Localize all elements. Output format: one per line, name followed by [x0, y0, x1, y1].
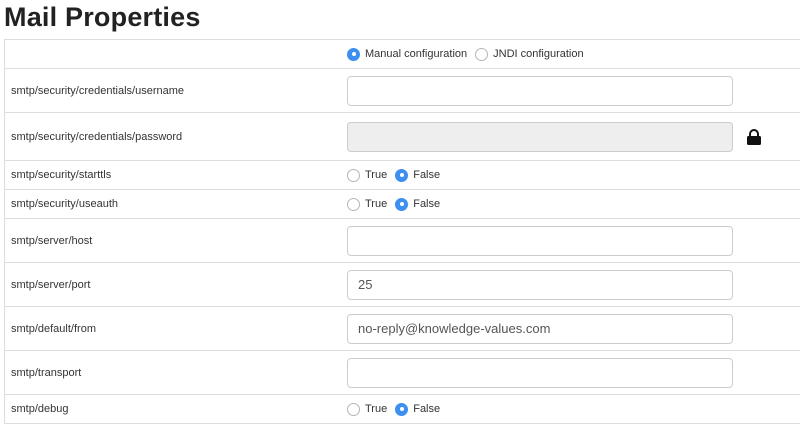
useauth-radio-group: True False — [347, 197, 448, 211]
useauth-false-radio[interactable] — [395, 197, 409, 211]
password-input[interactable] — [347, 121, 733, 152]
starttls-false-radio[interactable] — [395, 168, 409, 182]
host-row: smtp/server/host — [5, 219, 800, 263]
useauth-true-label[interactable]: True — [365, 198, 387, 210]
debug-true-option[interactable]: True — [347, 402, 387, 416]
debug-true-radio[interactable] — [347, 402, 360, 416]
starttls-true-label[interactable]: True — [365, 169, 387, 181]
config-mode-radio-group: Manual configuration JNDI configuration — [347, 47, 592, 61]
password-row: smtp/security/credentials/password — [5, 113, 800, 161]
port-row: smtp/server/port — [5, 263, 800, 307]
starttls-true-option[interactable]: True — [347, 168, 387, 182]
username-row: smtp/security/credentials/username — [5, 69, 800, 113]
debug-row: smtp/debug True False — [5, 395, 800, 424]
useauth-true-radio[interactable] — [347, 197, 360, 211]
debug-false-label[interactable]: False — [413, 403, 440, 415]
username-label: smtp/security/credentials/username — [11, 84, 185, 97]
debug-true-label[interactable]: True — [365, 403, 387, 415]
transport-label: smtp/transport — [11, 366, 82, 379]
useauth-false-label[interactable]: False — [413, 198, 440, 210]
starttls-row: smtp/security/starttls True False — [5, 161, 800, 190]
manual-configuration-label[interactable]: Manual configuration — [365, 48, 467, 60]
starttls-radio-group: True False — [347, 168, 448, 182]
host-input[interactable] — [347, 225, 733, 256]
debug-label: smtp/debug — [11, 403, 69, 415]
debug-false-radio[interactable] — [395, 402, 409, 416]
mail-properties-table: Manual configuration JNDI configuration … — [4, 39, 800, 424]
lock-icon[interactable] — [747, 128, 761, 145]
page-title: Mail Properties — [4, 2, 201, 32]
starttls-false-option[interactable]: False — [395, 168, 440, 182]
from-row: smtp/default/from — [5, 307, 800, 351]
jndi-configuration-option[interactable]: JNDI configuration — [475, 47, 584, 61]
starttls-false-label[interactable]: False — [413, 169, 440, 181]
password-label: smtp/security/credentials/password — [11, 130, 183, 143]
from-input[interactable] — [347, 313, 733, 344]
manual-configuration-radio[interactable] — [347, 47, 360, 61]
transport-row: smtp/transport — [5, 351, 800, 395]
manual-configuration-option[interactable]: Manual configuration — [347, 47, 467, 61]
useauth-true-option[interactable]: True — [347, 197, 387, 211]
debug-radio-group: True False — [347, 402, 448, 416]
transport-input[interactable] — [347, 357, 733, 388]
username-input[interactable] — [347, 75, 733, 106]
starttls-label: smtp/security/starttls — [11, 169, 112, 181]
debug-false-option[interactable]: False — [395, 402, 440, 416]
jndi-configuration-label[interactable]: JNDI configuration — [493, 48, 584, 60]
config-mode-row: Manual configuration JNDI configuration — [5, 40, 800, 69]
jndi-configuration-radio[interactable] — [475, 47, 489, 61]
port-label: smtp/server/port — [11, 278, 91, 291]
port-input[interactable] — [347, 269, 733, 300]
useauth-label: smtp/security/useauth — [11, 198, 118, 210]
useauth-row: smtp/security/useauth True False — [5, 190, 800, 219]
from-label: smtp/default/from — [11, 322, 96, 335]
host-label: smtp/server/host — [11, 234, 93, 247]
starttls-true-radio[interactable] — [347, 168, 360, 182]
useauth-false-option[interactable]: False — [395, 197, 440, 211]
